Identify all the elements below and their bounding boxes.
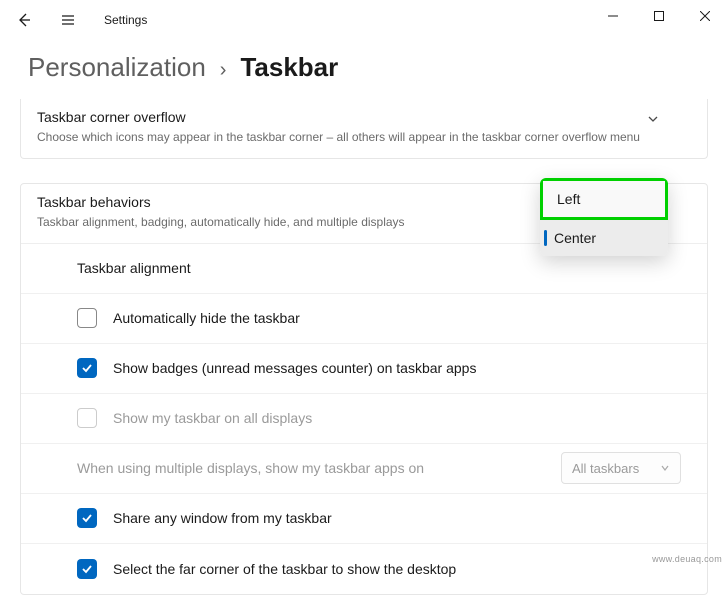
check-icon: [81, 563, 93, 575]
badges-label: Show badges (unread messages counter) on…: [113, 360, 476, 376]
check-icon: [81, 362, 93, 374]
maximize-icon: [654, 11, 664, 21]
alignment-label: Taskbar alignment: [77, 260, 191, 276]
all-displays-label: Show my taskbar on all displays: [113, 410, 312, 426]
share-row[interactable]: Share any window from my taskbar: [21, 494, 707, 544]
menu-button[interactable]: [52, 4, 84, 36]
overflow-title: Taskbar corner overflow: [37, 109, 691, 125]
multi-dropdown: All taskbars: [561, 452, 681, 484]
chevron-down-icon: [647, 113, 659, 125]
arrow-left-icon: [16, 12, 32, 28]
share-checkbox[interactable]: [77, 508, 97, 528]
breadcrumb-current: Taskbar: [240, 52, 338, 83]
all-displays-row: Show my taskbar on all displays: [21, 394, 707, 444]
share-label: Share any window from my taskbar: [113, 510, 332, 526]
corner-desktop-checkbox[interactable]: [77, 559, 97, 579]
multi-display-row: When using multiple displays, show my ta…: [21, 444, 707, 494]
breadcrumb-parent[interactable]: Personalization: [28, 52, 206, 83]
close-icon: [700, 11, 710, 21]
corner-desktop-row[interactable]: Select the far corner of the taskbar to …: [21, 544, 707, 594]
alignment-option-center[interactable]: Center: [540, 220, 668, 256]
alignment-option-left[interactable]: Left: [540, 178, 668, 220]
app-title: Settings: [104, 13, 147, 27]
corner-desktop-label: Select the far corner of the taskbar to …: [113, 561, 456, 577]
auto-hide-checkbox[interactable]: [77, 308, 97, 328]
auto-hide-label: Automatically hide the taskbar: [113, 310, 300, 326]
taskbar-corner-overflow-panel[interactable]: Taskbar corner overflow Choose which ico…: [20, 99, 708, 159]
minimize-button[interactable]: [590, 0, 636, 32]
close-button[interactable]: [682, 0, 728, 32]
hamburger-icon: [60, 12, 76, 28]
maximize-button[interactable]: [636, 0, 682, 32]
alignment-dropdown[interactable]: Left Center: [540, 178, 668, 256]
all-displays-checkbox: [77, 408, 97, 428]
overflow-desc: Choose which icons may appear in the tas…: [37, 129, 691, 146]
breadcrumb-separator: ›: [220, 59, 227, 82]
minimize-icon: [608, 11, 618, 21]
badges-checkbox[interactable]: [77, 358, 97, 378]
auto-hide-row[interactable]: Automatically hide the taskbar: [21, 294, 707, 344]
chevron-down-icon: [660, 463, 670, 473]
check-icon: [81, 512, 93, 524]
back-button[interactable]: [8, 4, 40, 36]
breadcrumb: Personalization › Taskbar: [0, 40, 728, 99]
badges-row[interactable]: Show badges (unread messages counter) on…: [21, 344, 707, 394]
watermark: www.deuaq.com: [652, 554, 722, 564]
multi-label: When using multiple displays, show my ta…: [77, 460, 424, 476]
multi-value: All taskbars: [572, 461, 639, 476]
